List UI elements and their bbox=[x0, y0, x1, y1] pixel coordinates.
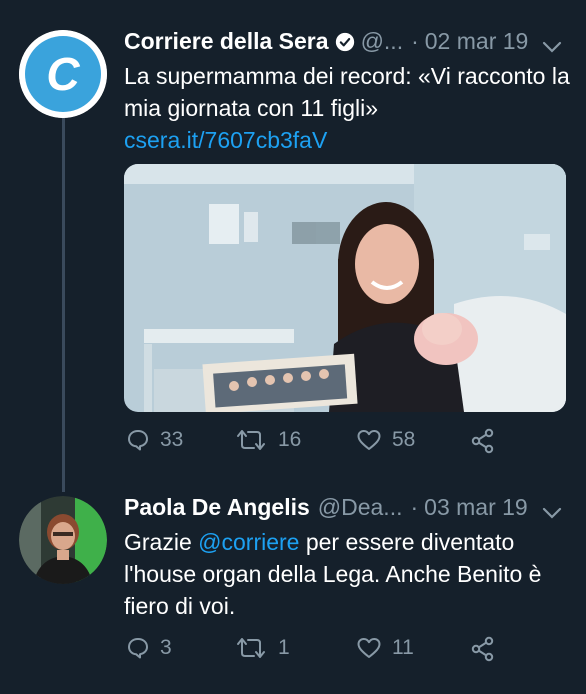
tweet-actions: 3 1 11 bbox=[124, 636, 574, 672]
tweet-text: La supermamma dei record: «Vi racconto l… bbox=[124, 60, 574, 156]
retweet-button[interactable]: 16 bbox=[234, 428, 301, 452]
author-name[interactable]: Paola De Angelis bbox=[124, 494, 310, 521]
like-count: 11 bbox=[392, 636, 414, 659]
tweet-body-start: Grazie bbox=[124, 529, 199, 555]
verified-badge-icon bbox=[335, 32, 354, 51]
tweet-header: Paola De Angelis @Dea... · 03 mar 19 bbox=[124, 494, 528, 521]
share-button[interactable] bbox=[470, 636, 506, 662]
tweet-corriere[interactable]: C Corriere della Sera @... · 02 mar 19 L… bbox=[0, 0, 586, 480]
author-handle[interactable]: @Dea... bbox=[318, 494, 403, 521]
reply-count: 33 bbox=[160, 428, 184, 451]
retweet-icon bbox=[237, 638, 265, 658]
chevron-down-icon[interactable] bbox=[542, 506, 562, 520]
corriere-logo-icon: C bbox=[19, 30, 107, 118]
tweet-text: Grazie @corriere per essere diventato l'… bbox=[124, 526, 574, 622]
photo-mother-newborn bbox=[124, 164, 566, 412]
chevron-down-icon[interactable] bbox=[542, 40, 562, 54]
retweet-count: 16 bbox=[278, 428, 302, 451]
separator-dot: · bbox=[411, 28, 419, 54]
share-icon bbox=[471, 636, 494, 662]
like-button[interactable]: 11 bbox=[356, 636, 414, 660]
tweet-body: La supermamma dei record: «Vi racconto l… bbox=[124, 63, 570, 121]
share-button[interactable] bbox=[470, 428, 506, 454]
tweet-date[interactable]: 03 mar 19 bbox=[424, 494, 528, 521]
tweet-link[interactable]: csera.it/7607cb3faV bbox=[124, 127, 327, 153]
retweet-icon bbox=[237, 430, 265, 450]
tweet-date[interactable]: 02 mar 19 bbox=[425, 28, 529, 55]
reply-icon bbox=[128, 430, 148, 451]
mention-link[interactable]: @corriere bbox=[198, 529, 299, 555]
reply-count: 3 bbox=[160, 636, 172, 659]
heart-icon bbox=[357, 638, 381, 658]
tweet-paola[interactable]: Paola De Angelis @Dea... · 03 mar 19 Gra… bbox=[0, 480, 586, 694]
avatar-letter: C bbox=[46, 48, 80, 100]
tweet-actions: 33 16 58 bbox=[124, 428, 574, 464]
heart-icon bbox=[357, 430, 381, 450]
retweet-count: 1 bbox=[278, 636, 290, 659]
reply-button[interactable]: 3 bbox=[126, 636, 172, 660]
tweet-photo[interactable] bbox=[124, 164, 566, 412]
reply-icon bbox=[128, 638, 148, 659]
avatar-paola[interactable] bbox=[19, 496, 107, 584]
like-count: 58 bbox=[392, 428, 416, 451]
reply-button[interactable]: 33 bbox=[126, 428, 183, 452]
author-name[interactable]: Corriere della Sera bbox=[124, 28, 329, 55]
separator-dot: · bbox=[410, 494, 419, 520]
tweet-header: Corriere della Sera @... · 02 mar 19 bbox=[124, 28, 528, 55]
profile-photo bbox=[19, 496, 107, 584]
like-button[interactable]: 58 bbox=[356, 428, 415, 452]
avatar-corriere[interactable]: C bbox=[19, 30, 107, 118]
author-handle[interactable]: @... bbox=[361, 28, 404, 55]
share-icon bbox=[471, 428, 494, 454]
retweet-button[interactable]: 1 bbox=[234, 636, 290, 660]
